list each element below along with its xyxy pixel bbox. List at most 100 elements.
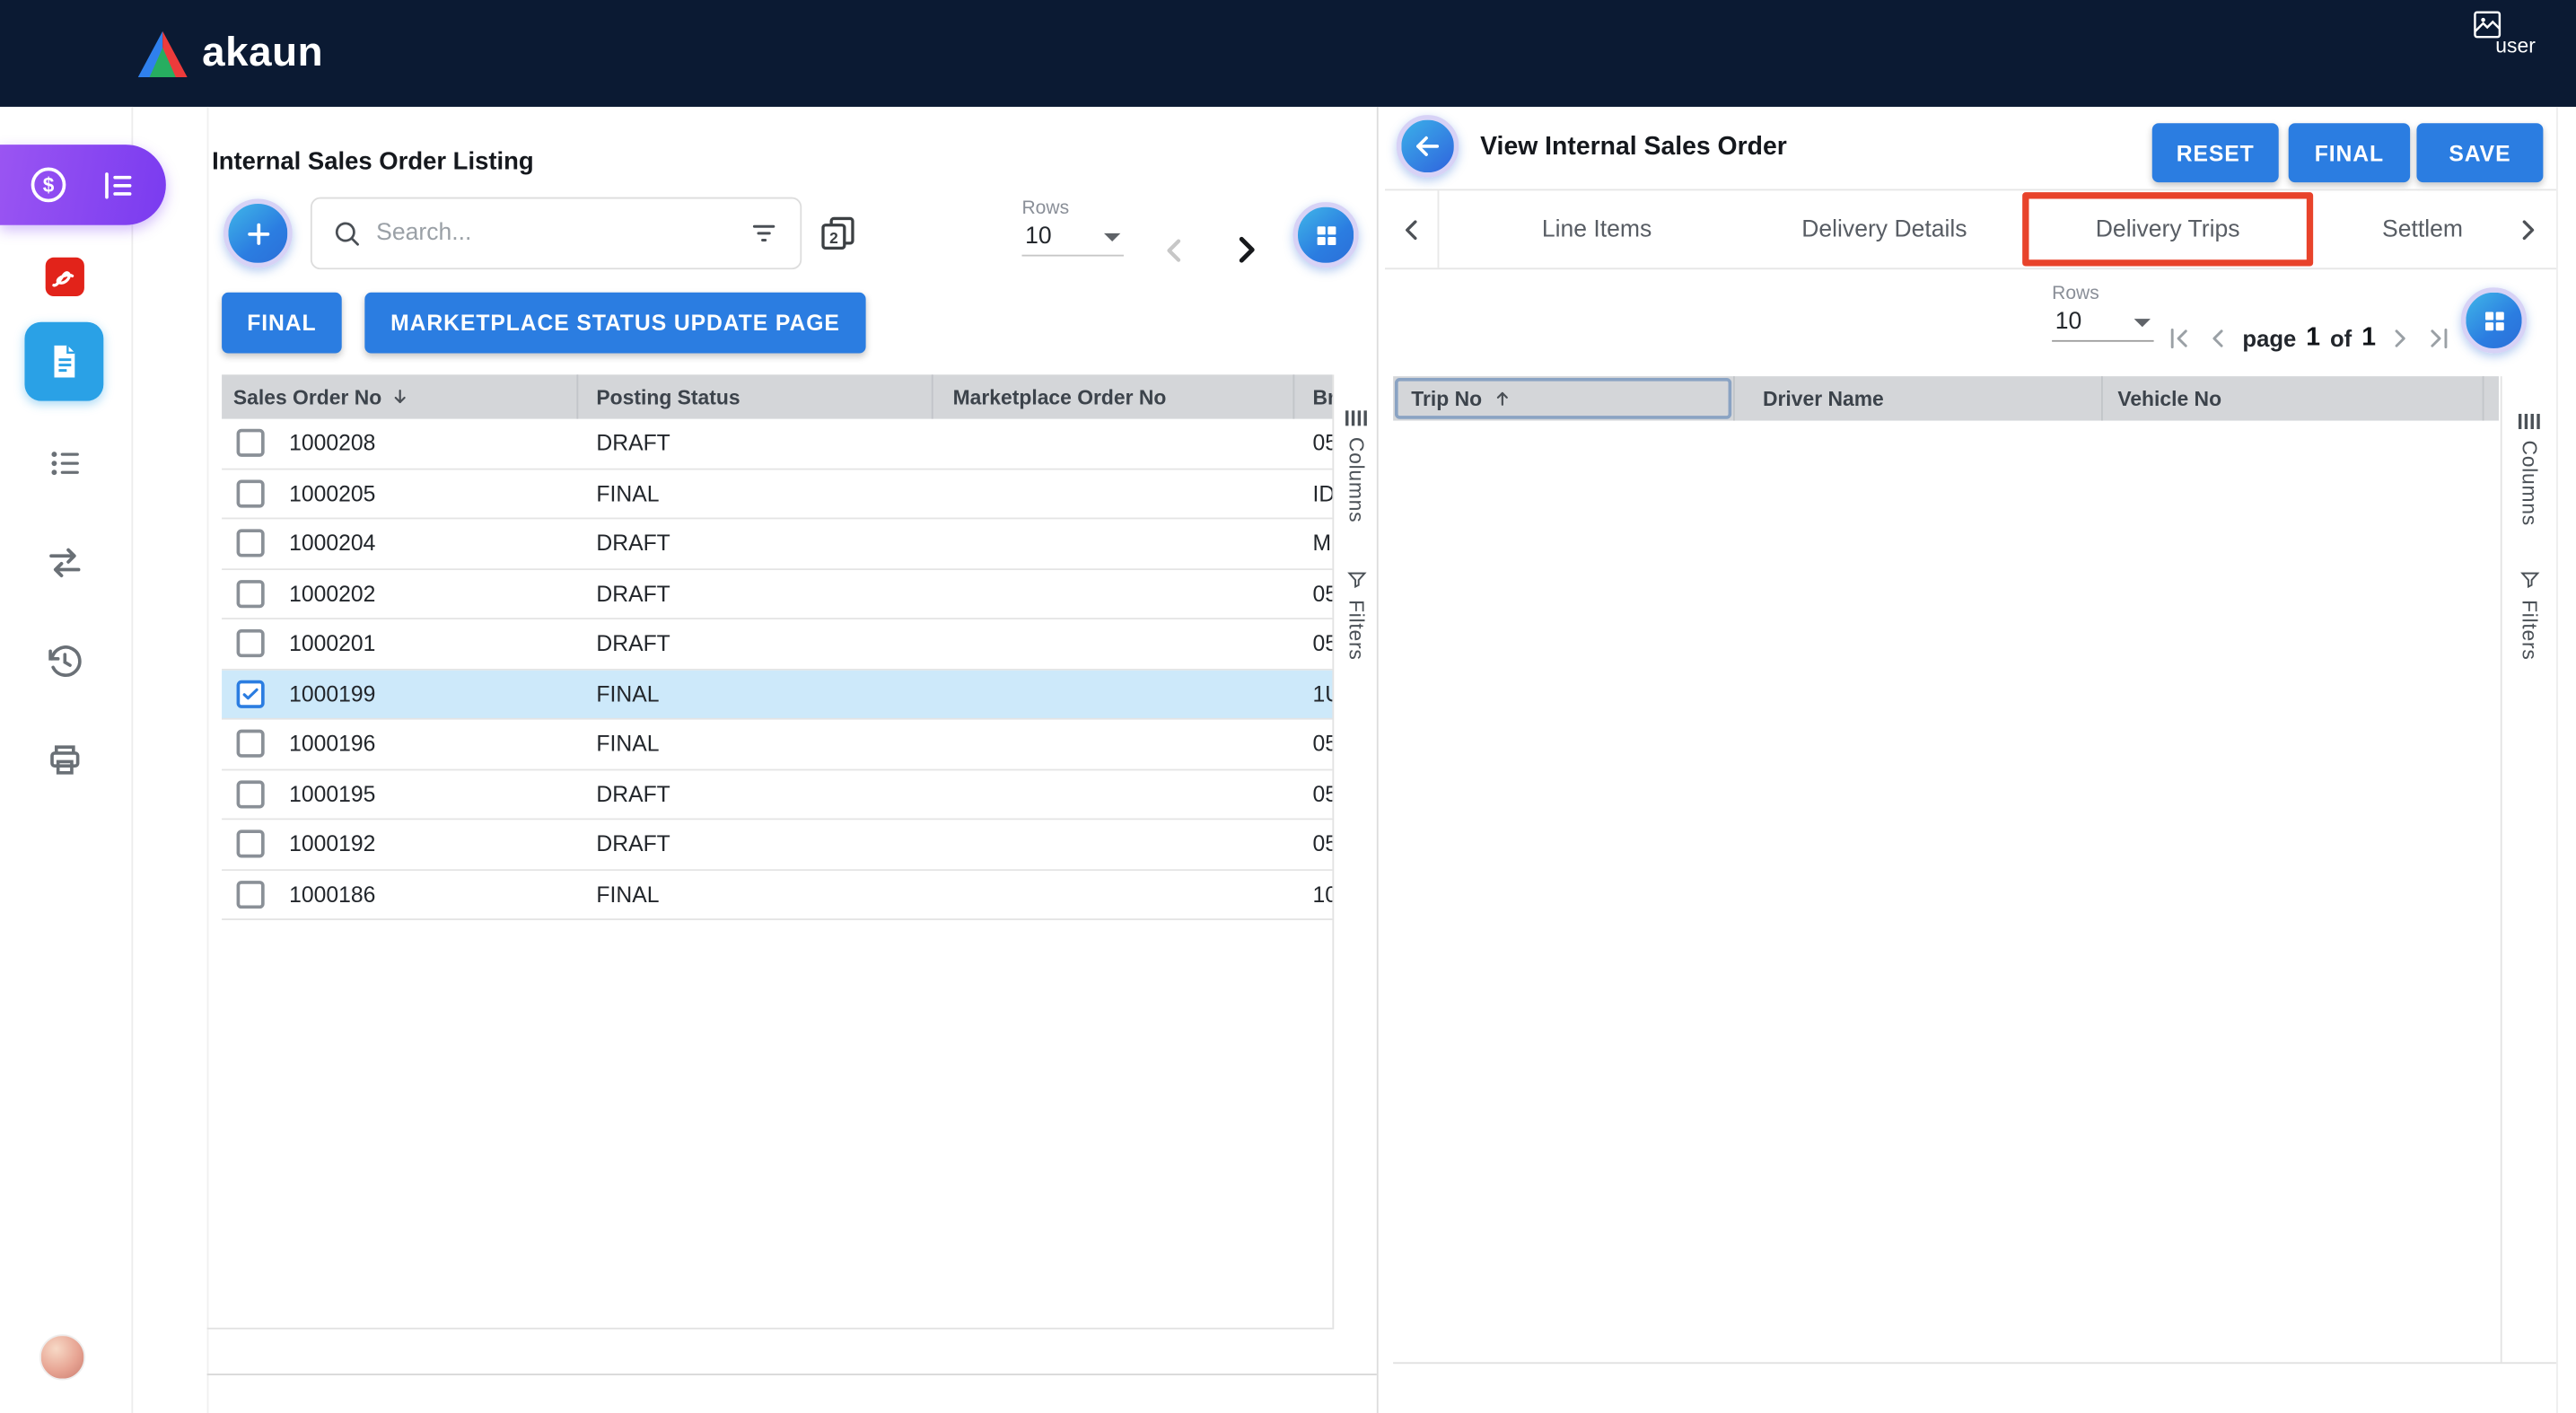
cell-branch: ID <box>1294 481 1332 505</box>
cell-posting-status: DRAFT <box>578 581 933 605</box>
column-header-marketplace-order-no[interactable]: Marketplace Order No <box>933 374 1295 418</box>
first-page-button[interactable] <box>2164 324 2194 354</box>
tab-delivery-details[interactable]: Delivery Details <box>1765 190 2004 268</box>
cell-posting-status: DRAFT <box>578 832 933 856</box>
table-row[interactable]: 1000186 FINAL 10 <box>222 870 1332 920</box>
last-page-button[interactable] <box>2425 324 2455 354</box>
grip-icon <box>2517 411 2541 433</box>
next-page-button[interactable] <box>1225 228 1268 271</box>
rows-select[interactable]: 10 <box>2052 304 2153 342</box>
tabs-scroll-left[interactable] <box>1385 190 1439 268</box>
row-checkbox[interactable] <box>237 530 265 557</box>
chevron-right-icon <box>2511 213 2545 246</box>
tab-line-items[interactable]: Line Items <box>1500 190 1694 268</box>
reset-button[interactable]: RESET <box>2152 123 2279 182</box>
duplicate-pages-button[interactable]: 2 <box>819 214 858 253</box>
topbar: akaun user <box>0 0 2576 107</box>
filters-rail-label: Filters <box>2518 600 2541 660</box>
checkbox-cell <box>222 830 289 858</box>
sidebar-item-history[interactable] <box>44 641 85 682</box>
sidebar-item-print[interactable] <box>44 740 85 781</box>
user-avatar-broken[interactable]: user <box>2471 8 2566 57</box>
filter-list-icon[interactable] <box>748 217 781 250</box>
grid-view-button[interactable] <box>1292 202 1358 268</box>
tab-delivery-trips[interactable]: Delivery Trips <box>2096 216 2240 242</box>
row-checkbox[interactable] <box>237 479 265 507</box>
columns-rail-left[interactable]: Columns <box>1334 408 1378 522</box>
svg-text:2: 2 <box>829 229 838 247</box>
sort-desc-icon <box>390 386 411 408</box>
filters-rail-right[interactable]: Filters <box>2507 568 2551 660</box>
cell-posting-status: FINAL <box>578 882 933 906</box>
cell-posting-status: FINAL <box>578 732 933 756</box>
table-row[interactable]: 1000192 DRAFT 05 <box>222 820 1332 870</box>
column-header-posting-status[interactable]: Posting Status <box>578 374 933 418</box>
prev-page-button[interactable] <box>1155 232 1193 269</box>
grid-view-button-detail[interactable] <box>2461 287 2527 353</box>
of-word: of <box>2330 325 2352 351</box>
row-checkbox[interactable] <box>237 881 265 908</box>
checkbox-cell <box>222 429 289 457</box>
add-button[interactable] <box>223 198 293 268</box>
row-checkbox[interactable] <box>237 680 265 707</box>
row-checkbox[interactable] <box>237 830 265 858</box>
column-header-vehicle-no[interactable]: Vehicle No <box>2103 376 2484 420</box>
search-input[interactable] <box>376 220 732 246</box>
sidebar-item-documents-active[interactable] <box>24 322 103 401</box>
column-header-branch[interactable]: Br <box>1294 374 1332 418</box>
rows-select[interactable]: 10 <box>1021 218 1123 256</box>
rows-select-value: 10 <box>2055 309 2082 335</box>
tab-settlement[interactable]: Settlem <box>2382 190 2497 268</box>
table-row[interactable]: 1000202 DRAFT 05 <box>222 569 1332 619</box>
prev-page-button[interactable] <box>2204 324 2233 354</box>
columns-rail-right[interactable]: Columns <box>2507 411 2551 526</box>
search-icon <box>332 218 362 248</box>
cell-posting-status: DRAFT <box>578 782 933 806</box>
sidebar-item-list[interactable] <box>46 443 85 483</box>
left-panel-bottom-border <box>207 1374 1377 1375</box>
sidebar-pill[interactable]: $ <box>0 145 166 225</box>
columns-rail-label: Columns <box>2518 441 2541 526</box>
checkbox-cell <box>222 580 289 608</box>
row-checkbox[interactable] <box>237 730 265 758</box>
highlight-box: Delivery Trips <box>2022 192 2313 266</box>
row-checkbox[interactable] <box>237 580 265 608</box>
table-row[interactable]: 1000201 DRAFT 05 <box>222 619 1332 670</box>
column-header-spacer <box>2484 376 2498 420</box>
next-page-button[interactable] <box>2386 324 2415 354</box>
table-row[interactable]: 1000195 DRAFT 05 <box>222 770 1332 821</box>
table-row[interactable]: 1000204 DRAFT M <box>222 519 1332 569</box>
table-row[interactable]: 1000205 FINAL ID <box>222 470 1332 520</box>
sort-asc-icon <box>1492 388 1513 409</box>
column-label: Marketplace Order No <box>953 385 1167 408</box>
pages-2-icon: 2 <box>819 214 858 253</box>
save-button[interactable]: SAVE <box>2416 123 2543 182</box>
cell-branch: 05 <box>1294 631 1332 655</box>
sidebar-avatar[interactable] <box>39 1334 85 1380</box>
table-row[interactable]: 1000199 FINAL 1U <box>222 670 1332 720</box>
cell-branch: M <box>1294 531 1332 556</box>
sidebar-item-pdf[interactable] <box>43 255 87 299</box>
table-row[interactable]: 1000196 FINAL 05 <box>222 720 1332 770</box>
marketplace-status-update-button[interactable]: MARKETPLACE STATUS UPDATE PAGE <box>364 293 865 354</box>
sidebar-item-transfer[interactable] <box>44 542 85 584</box>
back-button[interactable] <box>1397 115 1459 178</box>
checkbox-cell <box>222 730 289 758</box>
table-row[interactable]: 1000208 DRAFT 05 <box>222 419 1332 470</box>
cell-sales-order-no: 1000204 <box>289 531 578 556</box>
right-table-bottom-border <box>1393 1362 2556 1364</box>
filters-rail-left[interactable]: Filters <box>1334 568 1378 660</box>
tabs-scroll-right[interactable] <box>2499 190 2556 268</box>
column-label: Vehicle No <box>2117 387 2221 410</box>
column-header-sales-order-no[interactable]: Sales Order No <box>222 374 578 418</box>
column-header-trip-no[interactable]: Trip No <box>1393 376 1735 420</box>
row-checkbox[interactable] <box>237 780 265 808</box>
final-button[interactable]: FINAL <box>222 293 342 354</box>
final-button-detail[interactable]: FINAL <box>2289 123 2410 182</box>
brand-logo[interactable]: akaun <box>138 23 323 84</box>
column-label: Driver Name <box>1763 387 1884 410</box>
cell-branch: 05 <box>1294 782 1332 806</box>
row-checkbox[interactable] <box>237 629 265 657</box>
row-checkbox[interactable] <box>237 429 265 457</box>
column-header-driver-name[interactable]: Driver Name <box>1735 376 2103 420</box>
